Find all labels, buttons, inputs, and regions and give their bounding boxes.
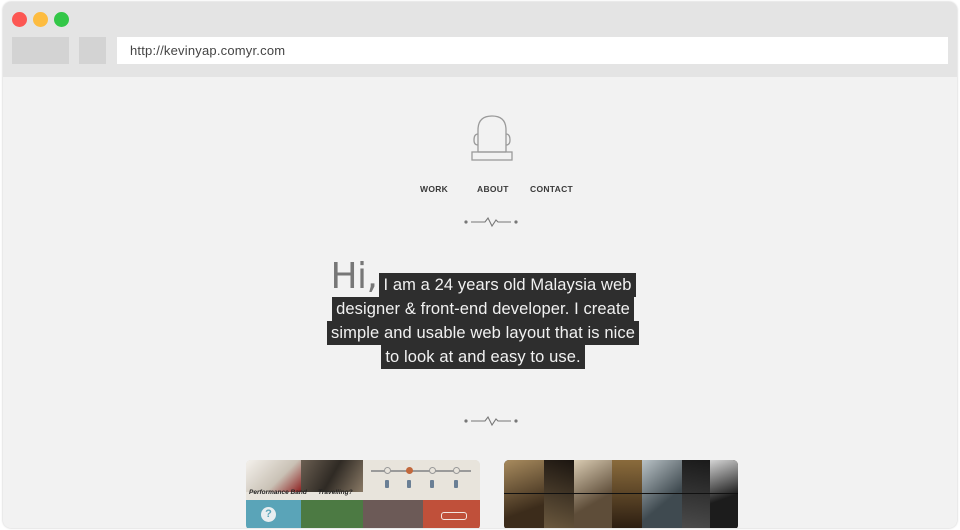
travel-photo bbox=[301, 460, 363, 492]
forward-button[interactable] bbox=[79, 37, 106, 64]
collage-photo bbox=[612, 460, 642, 528]
browser-chrome: http://kevinyap.comyr.com bbox=[3, 2, 957, 77]
collage-photo bbox=[710, 460, 738, 528]
intro-line-4: to look at and easy to use. bbox=[381, 345, 585, 369]
collage-photo bbox=[504, 460, 544, 528]
slider-knob bbox=[384, 467, 391, 474]
collage-photo bbox=[574, 460, 612, 528]
question-icon: ? bbox=[261, 507, 276, 522]
back-button[interactable] bbox=[12, 37, 69, 64]
car-icon bbox=[441, 512, 467, 520]
slider-knob-active bbox=[406, 467, 413, 474]
person-icon bbox=[385, 480, 389, 488]
card-label-left: Performance Band bbox=[249, 489, 307, 496]
portfolio-card-photo-collage[interactable] bbox=[504, 460, 738, 528]
collage-photo bbox=[642, 460, 682, 528]
minimize-window-button[interactable] bbox=[33, 12, 48, 27]
intro-line-3: simple and usable web layout that is nic… bbox=[326, 321, 640, 345]
card-tile bbox=[363, 500, 423, 528]
collage-divider bbox=[504, 493, 738, 494]
close-window-button[interactable] bbox=[12, 12, 27, 27]
intro-line-1: I am a 24 years old Malaysia web bbox=[379, 273, 636, 297]
divider-ornament bbox=[464, 216, 518, 228]
nav-about[interactable]: ABOUT bbox=[477, 184, 509, 194]
logo-icon[interactable] bbox=[468, 112, 516, 164]
nav-work[interactable]: WORK bbox=[420, 184, 448, 194]
nav-contact[interactable]: CONTACT bbox=[530, 184, 573, 194]
intro-line-2: designer & front-end developer. I create bbox=[332, 297, 634, 321]
slider-knob bbox=[429, 467, 436, 474]
card-label-right: Travelling? bbox=[318, 489, 353, 496]
portfolio-card-travel[interactable]: Performance Band Travelling? ? bbox=[246, 460, 480, 528]
divider-ornament bbox=[464, 415, 518, 427]
collage-photo bbox=[544, 460, 574, 528]
maximize-window-button[interactable] bbox=[54, 12, 69, 27]
collage-photo bbox=[682, 460, 710, 528]
intro-text: Hi, I am a 24 years old Malaysia web des… bbox=[303, 256, 663, 369]
address-bar[interactable]: http://kevinyap.comyr.com bbox=[117, 37, 948, 64]
card-tile bbox=[301, 500, 363, 528]
web-page: WORK ABOUT CONTACT Hi, I am a 24 years o… bbox=[3, 77, 957, 528]
person-icon bbox=[407, 480, 411, 488]
slider-knob bbox=[453, 467, 460, 474]
band-photo bbox=[246, 460, 301, 492]
group-icon bbox=[454, 480, 458, 488]
family-icon bbox=[430, 480, 434, 488]
browser-window: http://kevinyap.comyr.com WORK ABOUT CON… bbox=[3, 2, 957, 528]
greeting: Hi, bbox=[330, 256, 378, 297]
